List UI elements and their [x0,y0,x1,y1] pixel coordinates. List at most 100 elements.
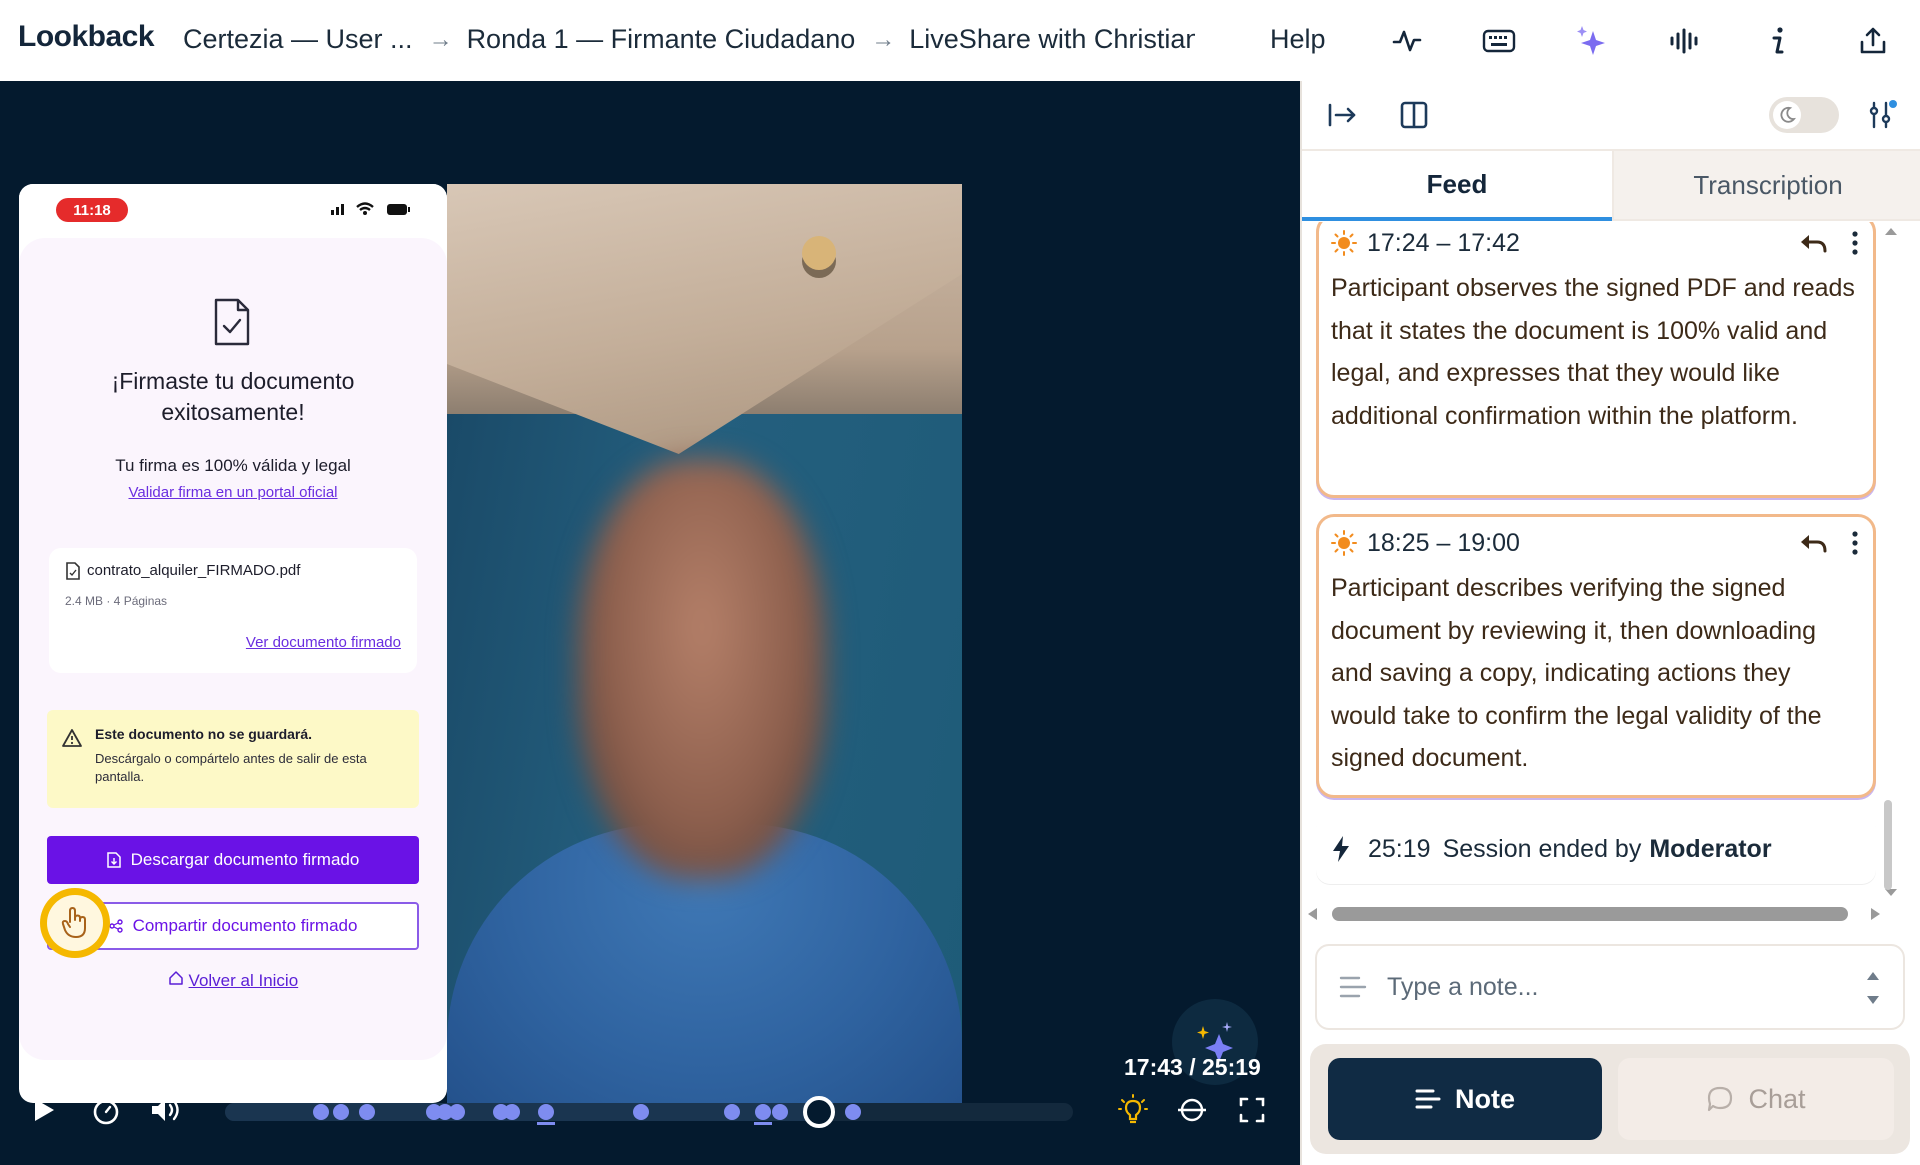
help-link[interactable]: Help [1270,24,1326,55]
file-icon [66,562,80,580]
chat-button[interactable]: Chat [1618,1058,1894,1140]
scroll-right-icon[interactable] [1870,907,1882,921]
warning-banner: Este documento no se guardará. Descárgal… [47,710,419,808]
lightning-icon [1333,836,1349,862]
phone-status-bar: 11:18 [19,184,447,234]
playback-timecode: 17:43 / 25:19 [1124,1054,1261,1080]
back-home-link[interactable]: Volver al Inicio [39,970,427,991]
lightbulb-icon[interactable] [1113,1090,1153,1130]
chat-bubble-icon [1708,1086,1733,1112]
arrow-right-icon: → [428,25,453,53]
activity-icon[interactable] [1386,20,1428,62]
note-input[interactable]: Type a note... [1315,944,1905,1030]
timeline-marker-highlight [536,1122,555,1125]
signature-valid-text: Tu firma es 100% válida y legal [115,456,351,475]
more-options-icon[interactable] [1851,530,1859,556]
play-icon[interactable] [24,1090,64,1130]
text-lines-icon [1415,1089,1441,1109]
session-end-actor: Moderator [1649,834,1772,863]
timeline-marker[interactable] [724,1104,741,1120]
video-player[interactable]: 11:18 ¡Firmaste tu documento exitosament… [0,81,1300,1165]
breadcrumb-project[interactable]: Certezia — User ... [183,24,413,55]
note-input-placeholder: Type a note... [1387,973,1539,1001]
tab-feed[interactable]: Feed [1302,151,1612,221]
phone-screen-share: 11:18 ¡Firmaste tu documento exitosament… [19,184,447,1103]
volume-icon[interactable] [146,1090,186,1130]
tab-transcription[interactable]: Transcription [1612,151,1920,221]
dark-mode-toggle[interactable] [1769,97,1839,133]
back-home-label: Volver al Inicio [188,971,299,990]
download-button-label: Descargar documento firmado [130,850,360,869]
validate-signature-link[interactable]: Validar firma en un portal oficial [39,484,427,501]
success-title: ¡Firmaste tu documento exitosamente! [111,368,355,425]
panel-tabs: Feed Transcription [1302,149,1920,221]
keyboard-icon[interactable] [1478,20,1520,62]
stopwatch-icon[interactable] [86,1090,126,1130]
warning-triangle-icon [62,729,82,747]
share-export-icon[interactable] [1852,20,1894,62]
participant-camera [447,184,962,1103]
ceiling-light [802,236,836,270]
feed-card-time: 17:24 – 17:42 [1367,228,1520,257]
feed-card[interactable]: 18:25 – 19:00 Participant describes veri… [1316,514,1876,798]
feed-card-time: 18:25 – 19:00 [1367,528,1520,557]
text-lines-icon [1339,976,1367,998]
more-options-icon[interactable] [1851,230,1859,256]
arrow-right-icon: → [871,25,896,53]
timeline-marker[interactable] [844,1104,861,1120]
note-button-label: Note [1455,1083,1515,1114]
timeline-marker[interactable] [312,1104,329,1120]
app-logo[interactable]: Lookback [18,20,155,54]
reply-icon[interactable] [1799,533,1827,553]
warning-title: Este documento no se guardará. [95,726,313,742]
chat-button-label: Chat [1748,1083,1806,1114]
note-button[interactable]: Note [1328,1058,1602,1140]
timeline-marker[interactable] [503,1104,520,1120]
scroll-left-icon[interactable] [1306,907,1318,921]
sun-icon [1331,530,1357,556]
scroll-up-icon[interactable] [1884,226,1898,236]
collapse-panel-icon[interactable] [1322,95,1362,135]
session-end-time: 25:19 [1368,834,1431,863]
breadcrumb-round[interactable]: Ronda 1 — Firmante Ciudadano [467,24,856,55]
info-icon[interactable] [1757,20,1799,62]
feed-card-text: Participant observes the signed PDF and … [1331,274,1855,430]
warning-body: Descárgalo o compártelo antes de salir d… [95,751,367,784]
home-icon [169,971,183,985]
timeline-marker[interactable] [448,1104,465,1120]
sun-icon [1331,230,1357,256]
audio-waveform-icon[interactable] [1664,20,1706,62]
resize-stepper-icon[interactable] [1865,968,1881,1008]
feed-horizontal-scrollbar[interactable] [1332,907,1848,921]
phone-signal-icons [331,202,410,215]
speed-control-icon[interactable] [1172,1090,1212,1130]
download-document-button[interactable]: Descargar documento firmado [47,836,419,884]
timeline-marker[interactable] [632,1104,649,1120]
moon-icon [1773,101,1801,129]
breadcrumb-session[interactable]: LiveShare with Christian [909,24,1195,55]
timeline-scrubber[interactable] [802,1096,835,1128]
timeline-marker[interactable] [537,1104,554,1120]
filter-settings-icon[interactable] [1862,95,1902,135]
download-file-icon [106,852,121,868]
tap-indicator [40,888,110,958]
panel-toolbar [1302,81,1920,149]
share-nodes-icon [108,919,123,933]
view-signed-document-link[interactable]: Ver documento firmado [246,634,401,651]
feed-card[interactable]: 17:24 – 17:42 Participant observes the s… [1316,222,1876,498]
feed-card-text: Participant describes verifying the sign… [1331,574,1822,772]
breadcrumb: Certezia — User ... → Ronda 1 — Firmante… [183,24,1195,55]
top-bar: Lookback Certezia — User ... → Ronda 1 —… [0,0,1920,81]
file-name: contrato_alquiler_FIRMADO.pdf [87,562,301,579]
document-check-icon [214,298,250,346]
session-ended-event: 25:19 Session ended by Moderator [1316,814,1876,884]
signed-file-card: contrato_alquiler_FIRMADO.pdf 2.4 MB · 4… [49,548,417,673]
reply-icon[interactable] [1799,233,1827,253]
feed-scrollbar-thumb[interactable] [1884,800,1892,890]
share-button-label: Compartir documento firmado [132,916,358,935]
ai-sparkles-icon[interactable] [1570,20,1612,62]
file-meta: 2.4 MB · 4 Páginas [65,594,168,608]
split-view-icon[interactable] [1394,95,1434,135]
session-end-text: Session ended by [1442,834,1642,863]
fullscreen-icon[interactable] [1232,1090,1272,1130]
